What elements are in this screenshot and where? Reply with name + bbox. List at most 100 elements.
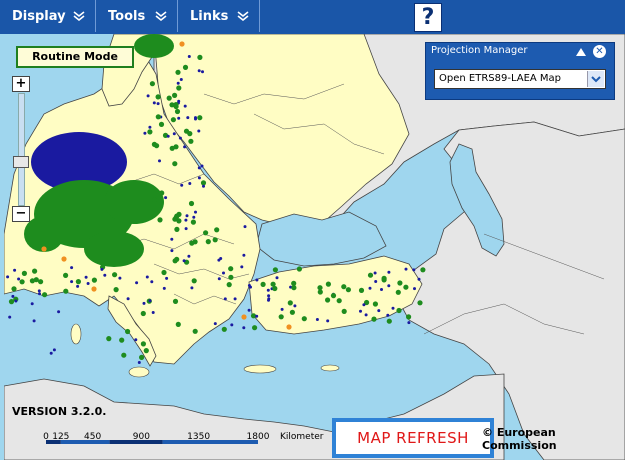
station-marker <box>233 297 237 301</box>
station-marker <box>182 64 189 70</box>
station-marker <box>183 104 187 108</box>
station-marker <box>140 310 146 317</box>
station-marker <box>406 314 412 320</box>
station-marker <box>172 161 178 167</box>
station-marker <box>391 306 395 310</box>
station-marker <box>190 286 194 290</box>
projection-selected-value: Open ETRS89-LAEA Map <box>439 73 562 84</box>
station-marker <box>155 94 161 100</box>
station-marker <box>188 138 194 144</box>
station-marker <box>6 275 10 279</box>
zoom-slider-track[interactable] <box>18 93 25 206</box>
station-marker <box>255 278 259 282</box>
station-marker <box>219 257 223 260</box>
map-refresh-label: MAP REFRESH <box>357 429 469 447</box>
zoom-in-button[interactable]: + <box>12 76 30 92</box>
station-marker <box>14 299 18 303</box>
station-marker <box>317 289 323 295</box>
station-marker <box>413 287 416 291</box>
routine-mode-button[interactable]: Routine Mode <box>16 46 134 68</box>
station-marker <box>397 280 403 286</box>
station-marker <box>151 311 155 314</box>
station-marker <box>368 286 372 290</box>
collapse-up-icon[interactable] <box>576 48 586 56</box>
station-marker <box>152 101 156 105</box>
station-marker <box>113 287 119 293</box>
station-marker <box>386 318 392 324</box>
station-marker <box>371 316 377 322</box>
station-marker <box>194 117 197 121</box>
chevron-down-icon <box>155 11 167 21</box>
station-marker <box>32 319 36 323</box>
scale-tick-label: 450 <box>84 432 101 442</box>
version-label: VERSION 3.2.0. <box>12 405 107 418</box>
station-marker <box>106 336 112 342</box>
station-marker <box>103 273 107 277</box>
close-icon[interactable]: ✕ <box>593 45 606 58</box>
station-marker <box>325 281 331 287</box>
projection-select[interactable]: Open ETRS89-LAEA Map <box>434 69 606 89</box>
station-marker <box>184 227 188 231</box>
station-marker <box>396 307 402 314</box>
station-marker <box>280 307 284 311</box>
station-marker <box>420 267 426 273</box>
station-marker <box>197 176 201 180</box>
zoom-slider-thumb[interactable] <box>13 156 29 168</box>
station-marker <box>174 108 181 115</box>
station-marker <box>121 352 127 358</box>
station-marker <box>260 281 266 287</box>
station-marker <box>143 131 147 135</box>
station-marker <box>266 288 270 292</box>
station-marker <box>135 281 139 285</box>
station-marker <box>293 304 297 308</box>
menu-display[interactable]: Display <box>0 0 96 32</box>
station-marker <box>149 81 155 87</box>
top-toolbar: Display Tools Links ? <box>0 0 625 34</box>
station-marker <box>70 280 74 284</box>
station-marker <box>255 314 259 318</box>
station-marker <box>373 271 377 275</box>
station-marker <box>228 274 234 280</box>
station-marker <box>37 289 41 293</box>
station-marker <box>188 200 195 207</box>
station-marker <box>30 302 34 306</box>
station-marker <box>330 293 337 299</box>
station-marker <box>221 326 227 332</box>
station-marker <box>192 215 196 219</box>
station-marker <box>162 286 166 290</box>
station-marker <box>139 354 145 360</box>
station-marker <box>156 102 160 106</box>
menu-links-label: Links <box>190 8 229 24</box>
chevron-down-icon[interactable] <box>587 71 604 87</box>
station-marker <box>19 279 25 285</box>
station-marker <box>289 309 295 315</box>
station-marker <box>242 253 246 257</box>
station-marker <box>63 288 69 294</box>
station-marker <box>381 277 387 283</box>
station-marker <box>172 298 179 304</box>
station-marker <box>197 54 203 60</box>
help-button[interactable]: ? <box>414 3 442 32</box>
station-marker <box>183 128 190 134</box>
station-marker-orange <box>91 286 97 292</box>
station-marker <box>137 361 141 364</box>
map-refresh-button[interactable]: MAP REFRESH <box>332 418 494 458</box>
zoom-out-button[interactable]: − <box>12 206 30 222</box>
station-marker <box>164 196 168 200</box>
station-marker <box>275 276 279 280</box>
menu-tools[interactable]: Tools <box>96 0 178 32</box>
station-marker <box>8 299 15 305</box>
chevron-down-icon <box>237 11 249 21</box>
station-marker <box>180 183 184 187</box>
station-marker <box>326 319 330 323</box>
station-marker <box>86 282 90 285</box>
station-marker <box>13 268 17 272</box>
menu-links[interactable]: Links <box>178 0 260 32</box>
station-marker <box>161 269 167 276</box>
station-marker <box>134 338 138 342</box>
station-marker <box>166 134 170 138</box>
station-marker <box>182 259 186 263</box>
station-marker <box>126 297 130 301</box>
station-marker <box>8 315 12 319</box>
station-marker <box>11 286 17 292</box>
